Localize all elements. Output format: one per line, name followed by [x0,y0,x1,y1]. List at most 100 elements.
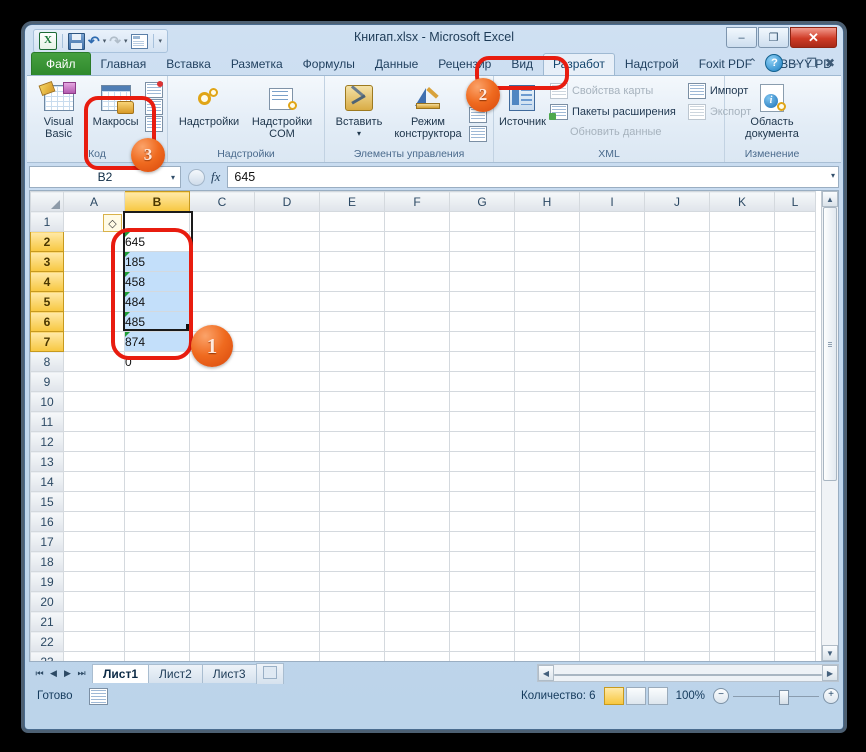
cell-d23[interactable] [254,651,320,661]
cell-i10[interactable] [579,391,645,412]
cell-j17[interactable] [644,531,710,552]
cell-j3[interactable] [644,251,710,272]
com-add-ins-button[interactable]: Надстройки COM [245,80,319,142]
row-header-3[interactable]: 3 [30,251,64,272]
cell-a12[interactable] [63,431,125,452]
cell-b15[interactable] [124,491,190,512]
cell-c1[interactable] [189,211,255,232]
insert-function-icon[interactable]: fx [211,169,220,185]
cell-a3[interactable] [63,251,125,272]
column-header-k[interactable]: K [709,191,775,212]
row-header-23[interactable]: 23 [30,651,64,661]
zoom-level[interactable]: 100% [676,690,705,702]
insert-sheet-icon[interactable] [255,662,284,684]
cell-j6[interactable] [644,311,710,332]
cell-j8[interactable] [644,351,710,372]
row-header-7[interactable]: 7 [30,331,64,352]
cell-g11[interactable] [449,411,515,432]
zoom-track[interactable] [733,689,819,705]
cell-e12[interactable] [319,431,385,452]
row-header-6[interactable]: 6 [30,311,64,332]
cell-h10[interactable] [514,391,580,412]
cell-h5[interactable] [514,291,580,312]
cell-b16[interactable] [124,511,190,532]
cell-g21[interactable] [449,611,515,632]
cell-f22[interactable] [384,631,450,652]
cell-a4[interactable] [63,271,125,292]
cell-g14[interactable] [449,471,515,492]
cell-h1[interactable] [514,211,580,232]
cell-h17[interactable] [514,531,580,552]
relative-references-icon[interactable] [145,99,163,115]
cell-g7[interactable] [449,331,515,352]
formula-input[interactable]: 645 ▾ [227,166,839,188]
cell-a17[interactable] [63,531,125,552]
cell-d16[interactable] [254,511,320,532]
cell-c9[interactable] [189,371,255,392]
cell-k16[interactable] [709,511,775,532]
cell-j15[interactable] [644,491,710,512]
cell-k15[interactable] [709,491,775,512]
tab-review[interactable]: Рецензир [428,53,501,75]
row-header-1[interactable]: 1 [30,211,64,232]
next-sheet-icon[interactable]: ▶ [61,668,74,679]
column-header-l[interactable]: L [774,191,816,212]
cell-j9[interactable] [644,371,710,392]
design-mode-button[interactable]: Режим конструктора [389,80,467,142]
cell-j13[interactable] [644,451,710,472]
cell-g15[interactable] [449,491,515,512]
column-header-b[interactable]: B [124,191,190,212]
cell-j14[interactable] [644,471,710,492]
cell-f21[interactable] [384,611,450,632]
error-check-icon[interactable]: ◇ [103,214,122,232]
cell-l22[interactable] [774,631,816,652]
zoom-thumb[interactable] [779,689,789,705]
cell-b18[interactable] [124,551,190,572]
cell-l8[interactable] [774,351,816,372]
cell-j12[interactable] [644,431,710,452]
row-header-2[interactable]: 2 [30,231,64,252]
cell-f14[interactable] [384,471,450,492]
cell-d1[interactable] [254,211,320,232]
cell-d15[interactable] [254,491,320,512]
cell-j5[interactable] [644,291,710,312]
cell-j10[interactable] [644,391,710,412]
cell-g17[interactable] [449,531,515,552]
cell-e4[interactable] [319,271,385,292]
cell-c4[interactable] [189,271,255,292]
cell-e10[interactable] [319,391,385,412]
cell-f20[interactable] [384,591,450,612]
cell-i18[interactable] [579,551,645,572]
cell-c14[interactable] [189,471,255,492]
cell-b12[interactable] [124,431,190,452]
cell-g9[interactable] [449,371,515,392]
cell-i8[interactable] [579,351,645,372]
row-header-12[interactable]: 12 [30,431,64,452]
row-header-8[interactable]: 8 [30,351,64,372]
row-header-17[interactable]: 17 [30,531,64,552]
cell-e7[interactable] [319,331,385,352]
cell-c8[interactable] [189,351,255,372]
minimize-button[interactable]: – [726,27,757,48]
cell-k18[interactable] [709,551,775,572]
cell-l20[interactable] [774,591,816,612]
tab-view[interactable]: Вид [501,53,543,75]
cell-h8[interactable] [514,351,580,372]
cell-c13[interactable] [189,451,255,472]
cell-a9[interactable] [63,371,125,392]
cell-g16[interactable] [449,511,515,532]
cell-c5[interactable] [189,291,255,312]
cell-d10[interactable] [254,391,320,412]
tab-add-ins[interactable]: Надстрой [615,53,689,75]
cell-b22[interactable] [124,631,190,652]
cell-l12[interactable] [774,431,816,452]
cell-k6[interactable] [709,311,775,332]
cell-h16[interactable] [514,511,580,532]
cell-f11[interactable] [384,411,450,432]
cell-b11[interactable] [124,411,190,432]
column-header-g[interactable]: G [449,191,515,212]
cell-d17[interactable] [254,531,320,552]
cell-e5[interactable] [319,291,385,312]
normal-view-icon[interactable] [603,687,624,705]
cell-j22[interactable] [644,631,710,652]
